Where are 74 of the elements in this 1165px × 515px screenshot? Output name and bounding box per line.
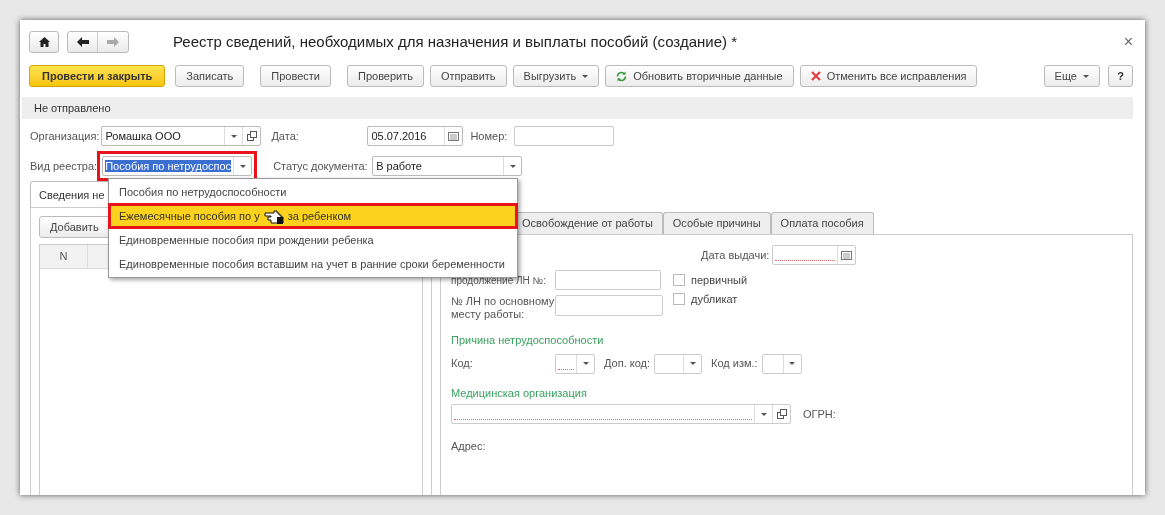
refresh-icon bbox=[616, 70, 628, 82]
open-icon bbox=[776, 409, 787, 419]
field-label: Организация: bbox=[30, 128, 100, 144]
caret-icon bbox=[760, 412, 767, 416]
organization-field[interactable]: Ромашка ООО bbox=[101, 126, 262, 146]
caret-icon bbox=[230, 134, 237, 138]
toolbar-button[interactable]: Обновить вторичные данные bbox=[605, 65, 794, 87]
close-button[interactable]: × bbox=[1123, 34, 1133, 50]
caret-icon bbox=[509, 164, 516, 168]
field-label: Номер: bbox=[470, 128, 509, 144]
section-heading: Причина нетрудоспособности bbox=[451, 333, 605, 348]
field-label: Доп. код: bbox=[604, 356, 651, 372]
field-label: Дата выдачи: bbox=[701, 247, 770, 263]
dropdown-item[interactable]: Единовременные пособия при рождении ребенка bbox=[109, 228, 517, 252]
field-label: Адрес: bbox=[451, 439, 487, 454]
field-label: Статус документа: bbox=[273, 158, 369, 174]
window-title: Реестр сведений, необходимых для назначения и выплаты пособий (создание) * bbox=[173, 31, 737, 52]
field-label: ОГРН: bbox=[803, 406, 836, 422]
open-icon bbox=[246, 131, 257, 141]
code-field[interactable] bbox=[761, 353, 802, 374]
checkbox-label: первичный bbox=[691, 272, 748, 288]
field-label: Дата: bbox=[271, 128, 300, 144]
field-label: Код изм.: bbox=[711, 356, 758, 372]
status-field[interactable]: В работе bbox=[372, 156, 523, 176]
cross-icon bbox=[810, 71, 821, 81]
checkbox[interactable] bbox=[673, 274, 685, 286]
home-icon bbox=[38, 37, 50, 47]
status-text: Не отправлено bbox=[34, 100, 111, 116]
toolbar-button[interactable]: Отправить bbox=[430, 65, 507, 87]
caret-icon bbox=[582, 74, 589, 78]
forward-arrow-icon bbox=[107, 37, 119, 47]
caret-icon bbox=[239, 164, 246, 168]
medical-organization-field[interactable] bbox=[451, 404, 791, 424]
back-arrow-icon bbox=[76, 37, 89, 47]
number-field[interactable] bbox=[514, 126, 615, 146]
toolbar-button[interactable]: Провести bbox=[260, 65, 331, 87]
registry-type-field[interactable]: Пособия по нетрудоспос bbox=[102, 156, 253, 176]
open-button[interactable] bbox=[772, 405, 790, 423]
column-header: N bbox=[40, 245, 88, 268]
code-field[interactable] bbox=[654, 353, 703, 374]
dropdown-item[interactable]: Единовременные пособия вставшим на учет в ранние сроки беременности bbox=[109, 252, 517, 276]
caret-icon bbox=[789, 362, 796, 365]
input-field[interactable] bbox=[555, 295, 663, 316]
code-field[interactable] bbox=[555, 353, 595, 374]
section-heading: Медицинская организация bbox=[451, 385, 588, 401]
dropdown-item[interactable]: Ежемесячные пособия по у за ребенком bbox=[109, 204, 517, 228]
date-field[interactable] bbox=[772, 245, 857, 265]
field-label: Вид реестра: bbox=[30, 158, 98, 174]
checkbox-label: дубликат bbox=[691, 292, 738, 307]
caret-icon bbox=[582, 362, 589, 365]
add-button[interactable]: Добавить bbox=[39, 216, 110, 238]
caret-icon bbox=[1083, 74, 1089, 78]
date-field[interactable]: 05.07.2016 bbox=[367, 126, 464, 146]
more-button[interactable]: Еще bbox=[1043, 65, 1100, 87]
calendar-icon bbox=[841, 250, 853, 260]
toolbar-button[interactable]: Отменить все исправления bbox=[799, 65, 978, 87]
hand-cursor-icon bbox=[263, 208, 284, 224]
help-button[interactable]: ? bbox=[1108, 65, 1133, 87]
toolbar-button[interactable]: Записать bbox=[175, 65, 245, 87]
field-label: продолжение ЛН №: bbox=[451, 273, 548, 288]
input-field[interactable] bbox=[555, 270, 661, 290]
dropdown-item[interactable]: Пособия по нетрудоспособности bbox=[109, 180, 517, 204]
field-label: № ЛН по основному месту работы: bbox=[451, 294, 555, 321]
tab[interactable]: Сведения не bbox=[30, 181, 110, 207]
checkbox[interactable] bbox=[673, 293, 685, 306]
field-label: Код: bbox=[451, 356, 474, 372]
toolbar-button[interactable]: Выгрузить bbox=[512, 65, 600, 87]
home-button[interactable] bbox=[29, 31, 59, 53]
caret-icon bbox=[689, 362, 696, 365]
calendar-icon bbox=[448, 131, 460, 141]
tab[interactable]: Особые причины bbox=[662, 212, 771, 234]
toolbar-button[interactable]: Проверить bbox=[347, 65, 424, 87]
toolbar-button[interactable]: Провести и закрыть bbox=[29, 65, 166, 87]
tab[interactable]: Оплата пособия bbox=[770, 212, 874, 234]
